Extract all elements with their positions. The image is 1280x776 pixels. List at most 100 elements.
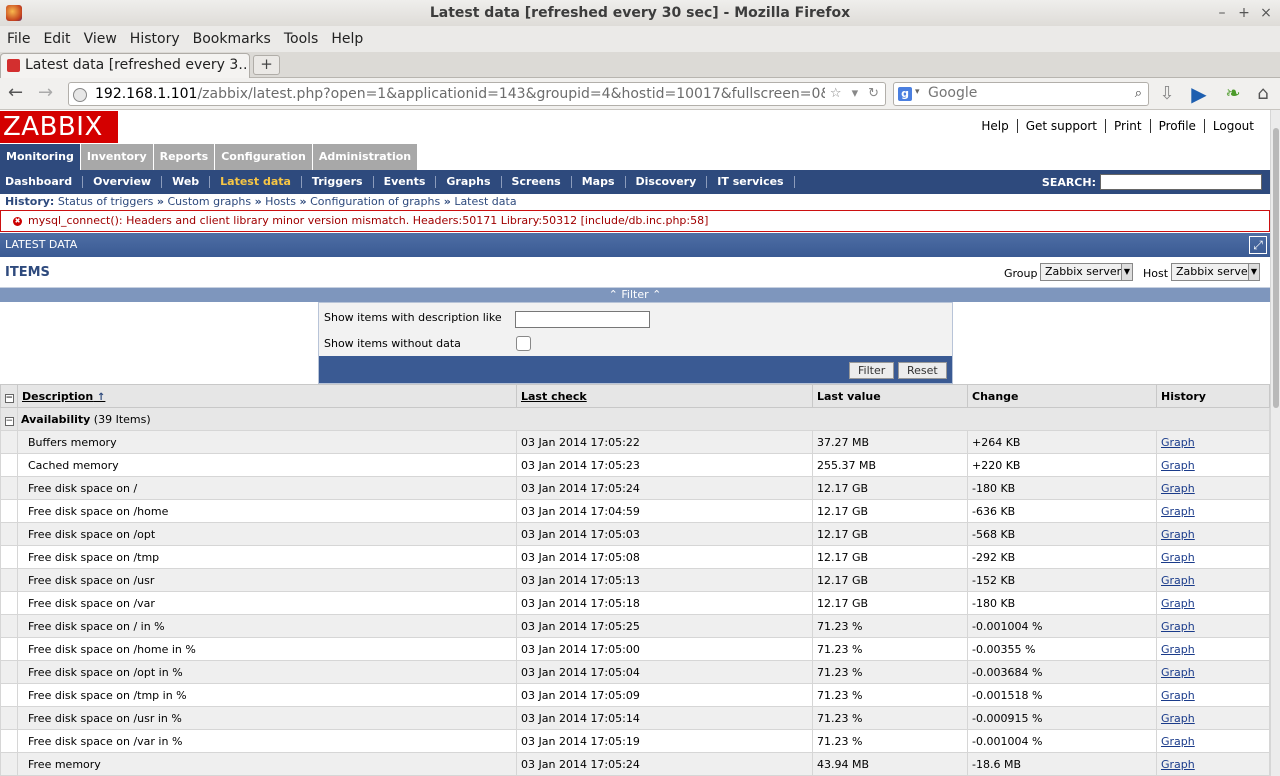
submenu-screens[interactable]: Screens <box>512 176 572 188</box>
table-row: Free disk space on /var in % 03 Jan 2014 … <box>0 729 1270 753</box>
site-identity-icon[interactable] <box>73 88 87 102</box>
items-title: ITEMS <box>5 265 50 280</box>
column-change: Change <box>967 384 1157 408</box>
graph-link[interactable]: Graph <box>1161 482 1195 495</box>
maximize-button[interactable]: + <box>1238 0 1250 26</box>
menu-history[interactable]: History <box>125 26 185 52</box>
history-link-hosts[interactable]: Hosts <box>265 195 296 208</box>
graph-link[interactable]: Graph <box>1161 643 1195 656</box>
item-description: Buffers memory <box>17 430 517 454</box>
main-menu-inventory[interactable]: Inventory <box>80 144 154 170</box>
graph-link[interactable]: Graph <box>1161 735 1195 748</box>
item-last-check: 03 Jan 2014 17:05:09 <box>516 683 813 707</box>
firefox-icon <box>6 5 22 21</box>
item-change: -568 KB <box>967 522 1157 546</box>
submenu-web[interactable]: Web <box>172 176 211 188</box>
main-menu-configuration[interactable]: Configuration <box>215 144 313 170</box>
group-collapse-toggle[interactable]: − <box>0 407 18 431</box>
graph-link[interactable]: Graph <box>1161 620 1195 633</box>
get-support-link[interactable]: Get support <box>1016 119 1105 133</box>
fullscreen-icon[interactable]: ⤢ <box>1249 236 1267 254</box>
graph-link[interactable]: Graph <box>1161 597 1195 610</box>
submenu-it-services[interactable]: IT services <box>717 176 795 188</box>
menu-tools[interactable]: Tools <box>279 26 324 52</box>
history-link-custom-graphs[interactable]: Custom graphs <box>167 195 251 208</box>
bookmark-star-icon[interactable]: ☆ <box>830 85 842 103</box>
item-last-value: 71.23 % <box>812 729 968 753</box>
tab-latest-data[interactable]: Latest data [refreshed every 3… <box>0 53 250 78</box>
submenu-maps[interactable]: Maps <box>582 176 626 188</box>
graph-link[interactable]: Graph <box>1161 528 1195 541</box>
web-search-input[interactable] <box>928 85 1118 101</box>
history-link-latest-data[interactable]: Latest data <box>454 195 516 208</box>
reload-icon[interactable]: ↻ <box>868 85 879 103</box>
table-row: Free disk space on / in % 03 Jan 2014 17:… <box>0 614 1270 638</box>
zabbix-logo[interactable]: ZABBIX <box>0 111 118 143</box>
graph-link[interactable]: Graph <box>1161 551 1195 564</box>
host-select[interactable]: Zabbix server ▼ <box>1171 263 1260 281</box>
url-bar[interactable]: 192.168.1.101/zabbix/latest.php?open=1&a… <box>68 82 886 106</box>
menu-bookmarks[interactable]: Bookmarks <box>188 26 276 52</box>
google-engine-icon[interactable]: g <box>898 87 912 101</box>
logout-link[interactable]: Logout <box>1203 119 1262 133</box>
graph-link[interactable]: Graph <box>1161 666 1195 679</box>
graph-link[interactable]: Graph <box>1161 459 1195 472</box>
menu-edit[interactable]: Edit <box>38 26 75 52</box>
item-history: Graph <box>1156 453 1270 477</box>
url-text[interactable]: 192.168.1.101/zabbix/latest.php?open=1&a… <box>95 83 825 105</box>
graph-link[interactable]: Graph <box>1161 758 1195 771</box>
filter-nodata-checkbox[interactable] <box>516 336 531 351</box>
submenu-events[interactable]: Events <box>384 176 437 188</box>
main-menu-monitoring[interactable]: Monitoring <box>0 144 81 170</box>
history-dropdown-icon[interactable]: ▾ <box>852 85 859 103</box>
page-scrollbar[interactable] <box>1270 110 1280 776</box>
submenu-triggers[interactable]: Triggers <box>312 176 374 188</box>
table-row: Free memory 03 Jan 2014 17:05:24 43.94 MB -… <box>0 752 1270 776</box>
profile-link[interactable]: Profile <box>1149 119 1204 133</box>
submenu-latest-data[interactable]: Latest data <box>220 176 302 188</box>
downloads-icon[interactable]: ⇩ <box>1156 83 1178 105</box>
filter-button[interactable]: Filter <box>849 362 895 379</box>
column-description[interactable]: Description ↑ <box>17 384 517 408</box>
item-last-value: 12.17 GB <box>812 522 968 546</box>
filter-toggle[interactable]: ⌃ Filter ⌃ <box>0 288 1270 302</box>
media-player-icon[interactable]: ▶ <box>1188 83 1210 105</box>
main-menu-administration[interactable]: Administration <box>312 144 419 170</box>
submenu-graphs[interactable]: Graphs <box>446 176 502 188</box>
leaf-addon-icon[interactable]: ❧ <box>1222 83 1244 105</box>
submenu-overview[interactable]: Overview <box>93 176 163 188</box>
zabbix-search-input[interactable] <box>1100 174 1262 190</box>
collapse-all-toggle[interactable]: − <box>0 384 18 408</box>
close-button[interactable]: × <box>1260 0 1272 26</box>
item-history: Graph <box>1156 752 1270 776</box>
menu-view[interactable]: View <box>79 26 122 52</box>
graph-link[interactable]: Graph <box>1161 689 1195 702</box>
print-link[interactable]: Print <box>1104 119 1150 133</box>
search-icon[interactable]: ⌕ <box>1135 86 1142 101</box>
group-select[interactable]: Zabbix servers ▼ <box>1040 263 1133 281</box>
back-arrow-icon[interactable]: ← <box>8 84 23 102</box>
graph-link[interactable]: Graph <box>1161 505 1195 518</box>
history-link-status-of-triggers[interactable]: Status of triggers <box>58 195 154 208</box>
help-link[interactable]: Help <box>973 119 1016 133</box>
search-bar[interactable]: g ▾ ⌕ <box>893 82 1149 106</box>
filter-description-input[interactable] <box>515 311 650 328</box>
engine-dropdown-icon[interactable]: ▾ <box>915 87 920 97</box>
graph-link[interactable]: Graph <box>1161 574 1195 587</box>
submenu-dashboard[interactable]: Dashboard <box>5 176 84 188</box>
column-last-check[interactable]: Last check <box>516 384 813 408</box>
graph-link[interactable]: Graph <box>1161 436 1195 449</box>
menu-help[interactable]: Help <box>326 26 368 52</box>
history-link-configuration-of-graphs[interactable]: Configuration of graphs <box>310 195 440 208</box>
graph-link[interactable]: Graph <box>1161 712 1195 725</box>
scrollbar-thumb[interactable] <box>1273 128 1279 408</box>
submenu-discovery[interactable]: Discovery <box>636 176 708 188</box>
minimize-button[interactable]: – <box>1216 0 1228 26</box>
reset-button[interactable]: Reset <box>898 362 947 379</box>
menu-file[interactable]: File <box>2 26 35 52</box>
main-menu-reports[interactable]: Reports <box>153 144 216 170</box>
home-icon[interactable]: ⌂ <box>1252 83 1274 105</box>
row-spacer <box>0 476 18 500</box>
forward-arrow-icon[interactable]: → <box>38 84 53 102</box>
new-tab-button[interactable]: + <box>253 55 280 75</box>
